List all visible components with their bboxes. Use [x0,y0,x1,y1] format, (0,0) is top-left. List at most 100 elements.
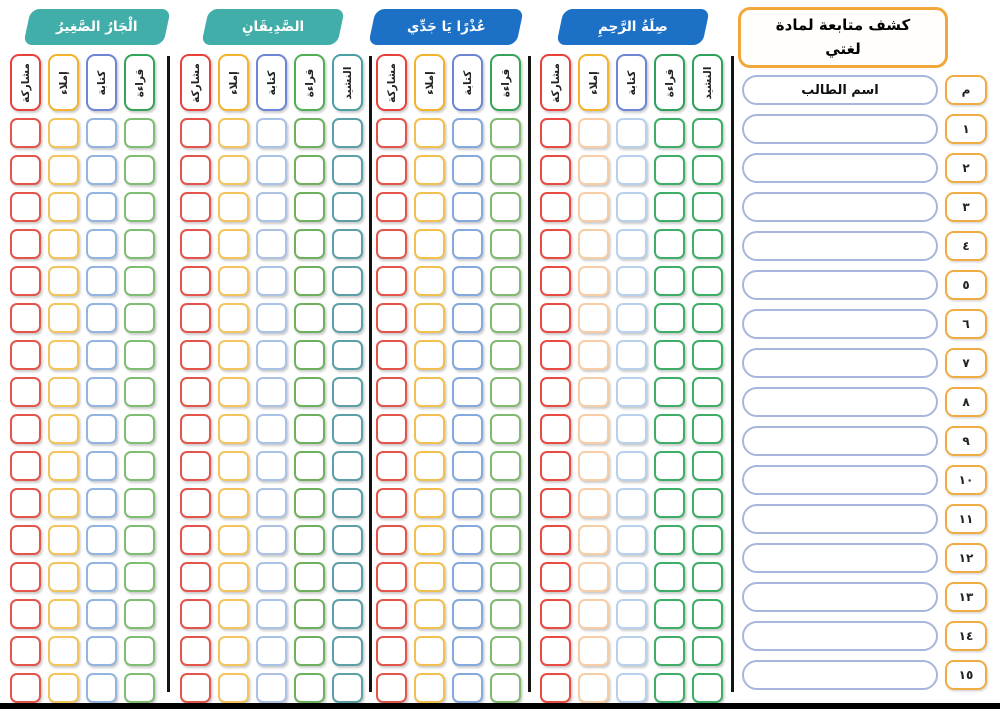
student-name-pill[interactable] [742,192,938,222]
checkbox-cell[interactable] [48,303,79,333]
checkbox-cell[interactable] [332,599,363,629]
checkbox-cell[interactable] [124,488,155,518]
checkbox-cell[interactable] [490,229,521,259]
checkbox-cell[interactable] [578,488,609,518]
checkbox-cell[interactable] [10,451,41,481]
checkbox-cell[interactable] [332,414,363,444]
checkbox-cell[interactable] [578,525,609,555]
checkbox-cell[interactable] [218,562,249,592]
checkbox-cell[interactable] [616,155,647,185]
checkbox-cell[interactable] [540,303,571,333]
checkbox-cell[interactable] [48,118,79,148]
checkbox-cell[interactable] [218,118,249,148]
checkbox-cell[interactable] [490,377,521,407]
checkbox-cell[interactable] [452,562,483,592]
checkbox-cell[interactable] [48,673,79,703]
student-name-pill[interactable] [742,387,938,417]
checkbox-cell[interactable] [376,451,407,481]
checkbox-cell[interactable] [490,118,521,148]
checkbox-cell[interactable] [86,673,117,703]
checkbox-cell[interactable] [414,266,445,296]
checkbox-cell[interactable] [578,303,609,333]
checkbox-cell[interactable] [294,192,325,222]
checkbox-cell[interactable] [540,414,571,444]
checkbox-cell[interactable] [180,636,211,666]
checkbox-cell[interactable] [692,340,723,370]
checkbox-cell[interactable] [48,451,79,481]
checkbox-cell[interactable] [452,118,483,148]
checkbox-cell[interactable] [414,414,445,444]
checkbox-cell[interactable] [48,229,79,259]
checkbox-cell[interactable] [10,192,41,222]
checkbox-cell[interactable] [294,340,325,370]
checkbox-cell[interactable] [124,525,155,555]
checkbox-cell[interactable] [376,340,407,370]
checkbox-cell[interactable] [294,155,325,185]
checkbox-cell[interactable] [294,414,325,444]
checkbox-cell[interactable] [654,155,685,185]
checkbox-cell[interactable] [414,340,445,370]
checkbox-cell[interactable] [256,377,287,407]
checkbox-cell[interactable] [124,303,155,333]
checkbox-cell[interactable] [490,155,521,185]
checkbox-cell[interactable] [452,377,483,407]
checkbox-cell[interactable] [332,155,363,185]
checkbox-cell[interactable] [332,525,363,555]
checkbox-cell[interactable] [490,599,521,629]
student-name-pill[interactable] [742,543,938,573]
checkbox-cell[interactable] [124,562,155,592]
checkbox-cell[interactable] [540,673,571,703]
checkbox-cell[interactable] [124,118,155,148]
checkbox-cell[interactable] [376,636,407,666]
checkbox-cell[interactable] [86,488,117,518]
checkbox-cell[interactable] [256,229,287,259]
checkbox-cell[interactable] [540,488,571,518]
checkbox-cell[interactable] [654,340,685,370]
checkbox-cell[interactable] [256,303,287,333]
checkbox-cell[interactable] [180,599,211,629]
checkbox-cell[interactable] [218,340,249,370]
checkbox-cell[interactable] [616,414,647,444]
checkbox-cell[interactable] [490,414,521,444]
checkbox-cell[interactable] [540,525,571,555]
checkbox-cell[interactable] [256,340,287,370]
checkbox-cell[interactable] [692,562,723,592]
checkbox-cell[interactable] [86,118,117,148]
checkbox-cell[interactable] [48,414,79,444]
checkbox-cell[interactable] [616,340,647,370]
checkbox-cell[interactable] [294,118,325,148]
checkbox-cell[interactable] [578,340,609,370]
checkbox-cell[interactable] [654,488,685,518]
checkbox-cell[interactable] [490,636,521,666]
checkbox-cell[interactable] [180,229,211,259]
checkbox-cell[interactable] [256,118,287,148]
student-name-pill[interactable] [742,621,938,651]
checkbox-cell[interactable] [540,377,571,407]
checkbox-cell[interactable] [578,414,609,444]
checkbox-cell[interactable] [540,340,571,370]
checkbox-cell[interactable] [452,303,483,333]
checkbox-cell[interactable] [540,118,571,148]
checkbox-cell[interactable] [654,599,685,629]
checkbox-cell[interactable] [490,303,521,333]
checkbox-cell[interactable] [578,192,609,222]
checkbox-cell[interactable] [692,192,723,222]
checkbox-cell[interactable] [124,451,155,481]
checkbox-cell[interactable] [124,636,155,666]
checkbox-cell[interactable] [256,451,287,481]
checkbox-cell[interactable] [10,562,41,592]
checkbox-cell[interactable] [452,340,483,370]
checkbox-cell[interactable] [48,377,79,407]
checkbox-cell[interactable] [48,488,79,518]
checkbox-cell[interactable] [376,266,407,296]
checkbox-cell[interactable] [10,229,41,259]
checkbox-cell[interactable] [86,192,117,222]
checkbox-cell[interactable] [578,155,609,185]
checkbox-cell[interactable] [256,562,287,592]
checkbox-cell[interactable] [180,155,211,185]
checkbox-cell[interactable] [294,525,325,555]
checkbox-cell[interactable] [332,192,363,222]
checkbox-cell[interactable] [180,525,211,555]
checkbox-cell[interactable] [578,599,609,629]
checkbox-cell[interactable] [490,525,521,555]
